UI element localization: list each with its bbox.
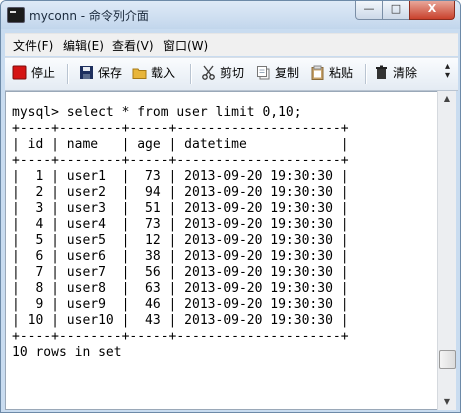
scissors-icon (201, 65, 216, 80)
scroll-up-arrow-icon[interactable]: ▲ (438, 91, 456, 107)
trash-icon (374, 65, 389, 80)
menu-view[interactable]: 查看(V) (112, 37, 154, 54)
terminal-app-icon (7, 7, 25, 23)
stop-button[interactable]: 停止 (12, 64, 55, 84)
menu-edit[interactable]: 编辑(E) (63, 37, 104, 54)
result-summary: 10 rows in set (12, 345, 122, 360)
toolbar-separator (365, 64, 367, 84)
copy-label: 复制 (275, 66, 300, 80)
table-row: | 9 | user9 | 46 | 2013-09-20 19:30:30 | (12, 297, 349, 312)
load-button[interactable]: 载入 (132, 64, 175, 84)
table-row: | 5 | user5 | 12 | 2013-09-20 19:30:30 | (12, 233, 349, 248)
console-output[interactable]: mysql> select * from user limit 0,10; +-… (5, 91, 438, 410)
scrollbar-thumb[interactable] (439, 350, 456, 369)
table-row: | 6 | user6 | 38 | 2013-09-20 19:30:30 | (12, 249, 349, 264)
paste-label: 粘贴 (329, 66, 354, 80)
table-row: | 10 | user10 | 43 | 2013-09-20 19:30:30… (12, 313, 349, 328)
clear-label: 清除 (393, 66, 418, 80)
table-row: | 1 | user1 | 73 | 2013-09-20 19:30:30 | (12, 169, 349, 184)
table-row: | 3 | user3 | 51 | 2013-09-20 19:30:30 | (12, 201, 349, 216)
scroll-down-arrow-icon[interactable]: ▼ (438, 394, 456, 410)
copy-button[interactable]: 复制 (256, 64, 299, 84)
folder-icon (132, 65, 147, 80)
cut-button[interactable]: 剪切 (201, 64, 244, 84)
save-label: 保存 (98, 66, 123, 80)
table-header: | id | name | age | datetime | (12, 137, 349, 152)
clear-button[interactable]: 清除 (374, 64, 417, 84)
window-title: myconn - 命令列介面 (29, 9, 149, 23)
menu-bar: 文件(F) 编辑(E) 查看(V) 窗口(W) (5, 33, 458, 56)
table-row: | 8 | user8 | 63 | 2013-09-20 19:30:30 | (12, 281, 349, 296)
stop-label: 停止 (31, 66, 56, 80)
menu-window[interactable]: 窗口(W) (163, 37, 208, 54)
cut-label: 剪切 (220, 66, 245, 80)
table-border-top: +----+--------+-----+-------------------… (12, 121, 349, 136)
toolbar-overflow-chevron-icon[interactable]: ▴ ▾ (445, 62, 450, 81)
paste-button[interactable]: 粘贴 (310, 64, 353, 84)
stop-icon (12, 65, 27, 80)
maximize-button[interactable]: □ (382, 1, 410, 20)
title-bar[interactable]: myconn - 命令列介面 — □ X (1, 1, 460, 29)
table-border-bottom: +----+--------+-----+-------------------… (12, 329, 349, 344)
toolbar-separator (190, 64, 192, 84)
toolbar: 停止 保存 载入 剪切 复制 粘贴 清除 ▴ ▾ (5, 57, 458, 91)
table-border-header: +----+--------+-----+-------------------… (12, 153, 349, 168)
menu-file[interactable]: 文件(F) (13, 37, 53, 54)
vertical-scrollbar[interactable]: ▲ ▼ (437, 91, 456, 410)
save-icon (79, 65, 94, 80)
table-row: | 2 | user2 | 94 | 2013-09-20 19:30:30 | (12, 185, 349, 200)
save-button[interactable]: 保存 (79, 64, 122, 84)
table-row: | 7 | user7 | 56 | 2013-09-20 19:30:30 | (12, 265, 349, 280)
clipboard-icon (310, 65, 325, 80)
minimize-button[interactable]: — (355, 1, 383, 20)
copy-icon (256, 65, 271, 80)
app-window: myconn - 命令列介面 — □ X 文件(F) 编辑(E) 查看(V) 窗… (0, 0, 461, 413)
close-button[interactable]: X (409, 1, 455, 20)
toolbar-separator (67, 64, 69, 84)
table-row: | 4 | user4 | 73 | 2013-09-20 19:30:30 | (12, 217, 349, 232)
load-label: 载入 (151, 66, 176, 80)
console-command: mysql> select * from user limit 0,10; (12, 105, 302, 120)
